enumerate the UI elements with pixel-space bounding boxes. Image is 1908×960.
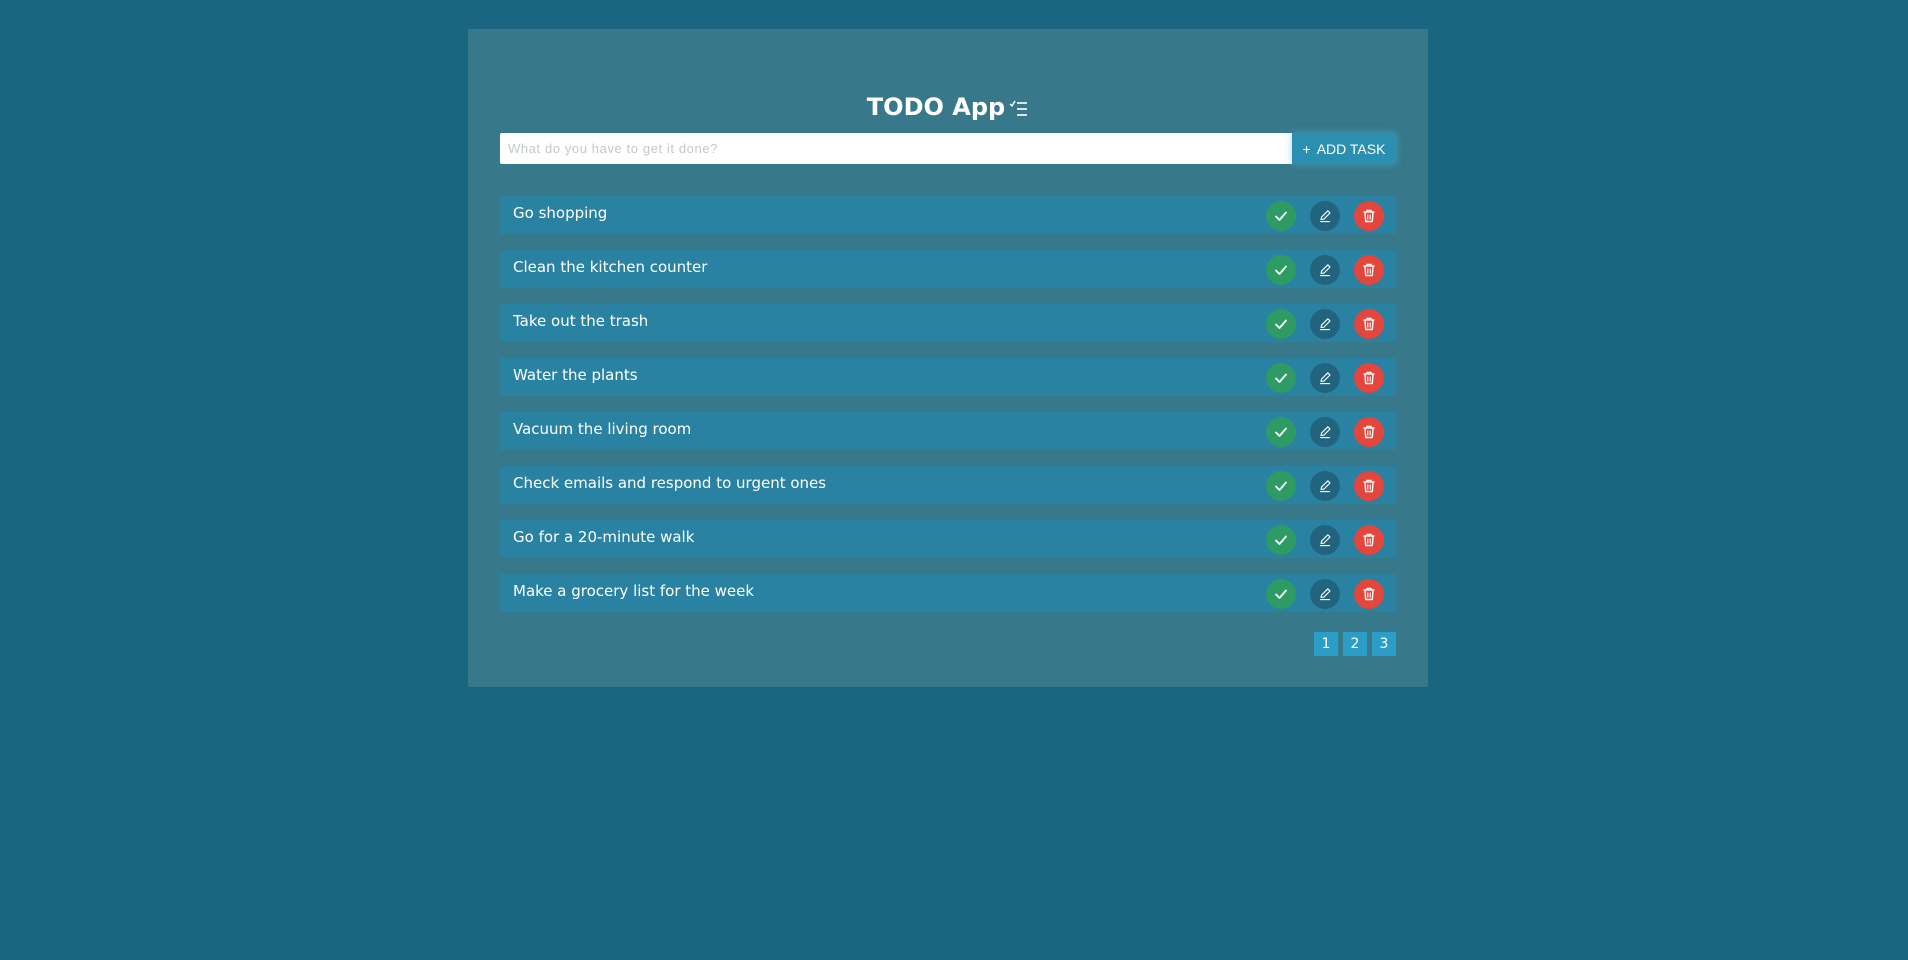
pencil-icon (1318, 263, 1332, 277)
task-actions (1266, 201, 1384, 231)
check-icon (1274, 425, 1288, 439)
app-header: TODO App (468, 91, 1428, 127)
trash-icon (1362, 263, 1376, 277)
trash-icon (1362, 209, 1376, 223)
trash-icon (1362, 479, 1376, 493)
task-item: Clean the kitchen counter (500, 250, 1396, 288)
edit-task-button[interactable] (1310, 579, 1340, 609)
task-actions (1266, 471, 1384, 501)
checklist-icon (1009, 95, 1029, 127)
pencil-icon (1318, 587, 1332, 601)
task-label: Water the plants (513, 366, 638, 384)
task-label: Go shopping (513, 204, 608, 222)
page-button-3[interactable]: 3 (1372, 632, 1396, 656)
delete-task-button[interactable] (1354, 525, 1384, 555)
task-label: Make a grocery list for the week (513, 582, 755, 600)
task-actions (1266, 363, 1384, 393)
complete-task-button[interactable] (1266, 255, 1296, 285)
edit-task-button[interactable] (1310, 255, 1340, 285)
task-actions (1266, 417, 1384, 447)
task-label: Go for a 20-minute walk (513, 528, 695, 546)
trash-icon (1362, 317, 1376, 331)
task-item: Water the plants (500, 358, 1396, 396)
check-icon (1274, 587, 1288, 601)
complete-task-button[interactable] (1266, 201, 1296, 231)
check-icon (1274, 479, 1288, 493)
edit-task-button[interactable] (1310, 309, 1340, 339)
task-item: Make a grocery list for the week (500, 574, 1396, 612)
pencil-icon (1318, 425, 1332, 439)
check-icon (1274, 371, 1288, 385)
todo-card: TODO App + ADD TASK Go shopping Clean the… (468, 29, 1428, 687)
delete-task-button[interactable] (1354, 255, 1384, 285)
task-label: Vacuum the living room (513, 420, 692, 438)
task-actions (1266, 255, 1384, 285)
delete-task-button[interactable] (1354, 417, 1384, 447)
pagination: 123 (1314, 632, 1396, 656)
task-list: Go shopping Clean the kitchen counter Take… (500, 196, 1396, 628)
complete-task-button[interactable] (1266, 363, 1296, 393)
complete-task-button[interactable] (1266, 309, 1296, 339)
pencil-icon (1318, 533, 1332, 547)
complete-task-button[interactable] (1266, 471, 1296, 501)
task-actions (1266, 309, 1384, 339)
app-title: TODO App (866, 93, 1006, 121)
check-icon (1274, 533, 1288, 547)
task-actions (1266, 525, 1384, 555)
add-task-label: ADD TASK (1316, 140, 1386, 157)
trash-icon (1362, 425, 1376, 439)
task-item: Check emails and respond to urgent ones (500, 466, 1396, 504)
page-button-2[interactable]: 2 (1343, 632, 1367, 656)
edit-task-button[interactable] (1310, 417, 1340, 447)
delete-task-button[interactable] (1354, 201, 1384, 231)
edit-task-button[interactable] (1310, 525, 1340, 555)
complete-task-button[interactable] (1266, 579, 1296, 609)
complete-task-button[interactable] (1266, 417, 1296, 447)
delete-task-button[interactable] (1354, 363, 1384, 393)
trash-icon (1362, 587, 1376, 601)
task-item: Take out the trash (500, 304, 1396, 342)
check-icon (1274, 263, 1288, 277)
task-label: Clean the kitchen counter (513, 258, 708, 276)
page-button-1[interactable]: 1 (1314, 632, 1338, 656)
edit-task-button[interactable] (1310, 471, 1340, 501)
task-item: Vacuum the living room (500, 412, 1396, 450)
trash-icon (1362, 533, 1376, 547)
delete-task-button[interactable] (1354, 309, 1384, 339)
task-item: Go for a 20-minute walk (500, 520, 1396, 558)
delete-task-button[interactable] (1354, 471, 1384, 501)
delete-task-button[interactable] (1354, 579, 1384, 609)
edit-task-button[interactable] (1310, 363, 1340, 393)
task-actions (1266, 579, 1384, 609)
edit-task-button[interactable] (1310, 201, 1340, 231)
pencil-icon (1318, 479, 1332, 493)
complete-task-button[interactable] (1266, 525, 1296, 555)
new-task-form: + ADD TASK (500, 133, 1396, 164)
pencil-icon (1318, 317, 1332, 331)
check-icon (1274, 209, 1288, 223)
add-task-button[interactable]: + ADD TASK (1292, 133, 1396, 164)
pencil-icon (1318, 209, 1332, 223)
task-label: Check emails and respond to urgent ones (513, 474, 827, 492)
pencil-icon (1318, 371, 1332, 385)
plus-icon: + (1302, 140, 1311, 157)
new-task-input[interactable] (500, 133, 1292, 164)
task-label: Take out the trash (513, 312, 649, 330)
check-icon (1274, 317, 1288, 331)
trash-icon (1362, 371, 1376, 385)
task-item: Go shopping (500, 196, 1396, 234)
